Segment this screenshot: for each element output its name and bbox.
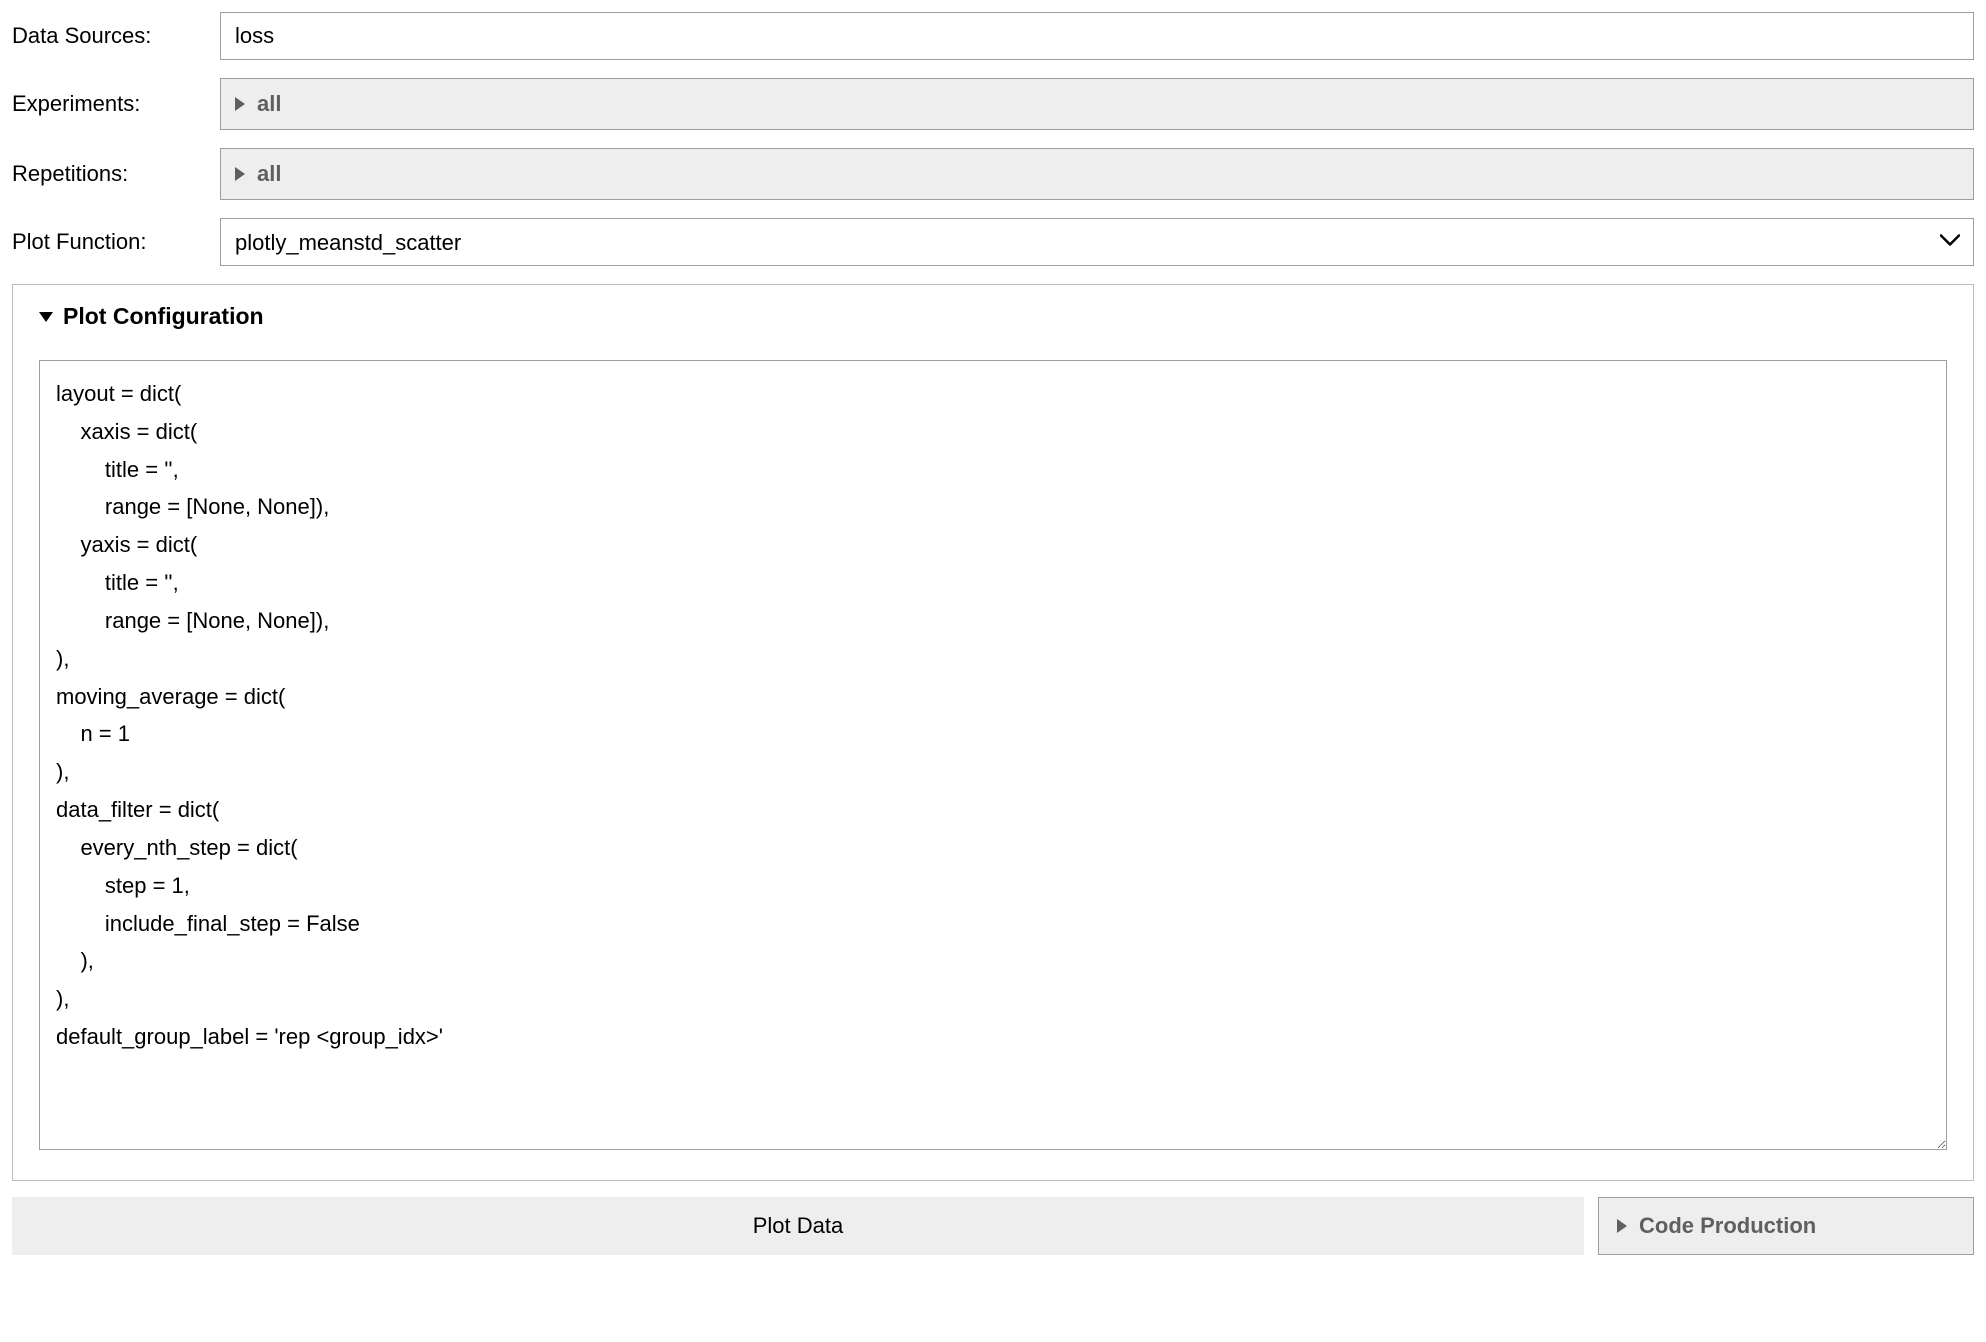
data-sources-label: Data Sources: xyxy=(12,23,220,49)
plot-configuration-code[interactable] xyxy=(39,360,1947,1150)
caret-right-icon xyxy=(235,97,245,111)
caret-right-icon xyxy=(1617,1219,1627,1233)
caret-down-icon xyxy=(39,312,53,322)
repetitions-value: all xyxy=(257,161,281,187)
data-sources-input[interactable] xyxy=(220,12,1974,60)
experiments-panel[interactable]: all xyxy=(220,78,1974,130)
plot-configuration-section: Plot Configuration xyxy=(12,284,1974,1181)
caret-right-icon xyxy=(235,167,245,181)
plot-configuration-title: Plot Configuration xyxy=(63,303,264,330)
code-production-label: Code Production xyxy=(1639,1213,1816,1239)
repetitions-panel[interactable]: all xyxy=(220,148,1974,200)
plot-function-select[interactable]: plotly_meanstd_scatter xyxy=(220,218,1974,266)
repetitions-label: Repetitions: xyxy=(12,161,220,187)
experiments-label: Experiments: xyxy=(12,91,220,117)
plot-function-label: Plot Function: xyxy=(12,229,220,255)
plot-configuration-header[interactable]: Plot Configuration xyxy=(39,303,1947,330)
plot-data-button[interactable]: Plot Data xyxy=(12,1197,1584,1255)
experiments-value: all xyxy=(257,91,281,117)
code-production-panel[interactable]: Code Production xyxy=(1598,1197,1974,1255)
